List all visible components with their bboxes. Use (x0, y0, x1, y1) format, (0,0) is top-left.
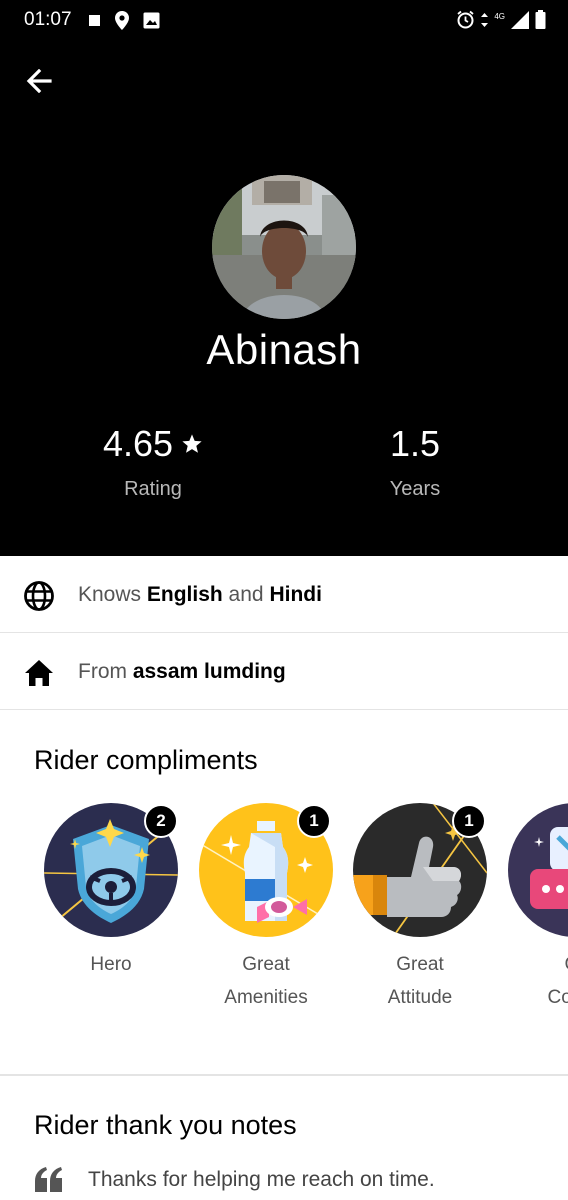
years-value-row: 1.5 (315, 420, 515, 468)
profile-header: 01:07 4G Abinash 4.65 Rating 1.5 Years (0, 0, 568, 556)
years-value: 1.5 (389, 423, 441, 464)
rating-stat: 4.65 Rating (53, 420, 253, 501)
chat-bubble-icon (508, 803, 568, 937)
home-icon (22, 656, 56, 690)
status-right-icons: 4G (456, 10, 546, 34)
compliment-count: 1 (452, 804, 486, 838)
globe-icon (22, 579, 56, 613)
status-bar: 01:07 4G (0, 0, 568, 44)
signal-icon (511, 10, 529, 34)
years-stat: 1.5 Years (315, 420, 515, 501)
hometown-row: From assam lumding (0, 634, 568, 710)
compliment-count: 2 (144, 804, 178, 838)
status-left-icons (88, 11, 160, 35)
alarm-icon (456, 10, 475, 34)
quote-icon (34, 1166, 64, 1197)
languages-row: Knows English and Hindi (0, 557, 568, 633)
compliment-label: Great Attitude (387, 954, 453, 1008)
hometown-place: assam lumding (132, 660, 286, 683)
section-divider (0, 1074, 568, 1076)
back-button[interactable] (22, 64, 56, 98)
data-arrows-icon (481, 12, 489, 32)
thank-you-note: Thanks for helping me reach on time. (88, 1168, 435, 1191)
star-icon (182, 434, 202, 453)
image-icon (143, 12, 160, 34)
compliments-carousel[interactable]: 2 Hero 1 Great Amenities 1 Great Attitud… (0, 800, 568, 1030)
battery-icon (535, 10, 546, 34)
hometown-text: From assam lumding (78, 660, 286, 683)
driver-avatar (212, 175, 356, 319)
language-primary: English (146, 583, 223, 606)
square-notification-icon (88, 14, 101, 32)
rating-value-row: 4.65 (53, 420, 253, 468)
status-time: 01:07 (24, 9, 72, 30)
location-icon (115, 11, 129, 35)
rating-value: 4.65 (102, 423, 174, 464)
compliments-title: Rider compliments (34, 745, 258, 775)
network-type: 4G (494, 11, 505, 21)
languages-text: Knows English and Hindi (78, 583, 322, 606)
compliment-label: GrConve (547, 954, 568, 1008)
rating-label: Rating (124, 478, 182, 500)
compliment-label: Hero (90, 954, 132, 975)
language-secondary: Hindi (269, 583, 322, 606)
compliment-label: Great Amenities (224, 954, 308, 1008)
back-arrow-icon (26, 69, 52, 93)
driver-name: Abinash (206, 326, 362, 373)
compliment-count: 1 (297, 804, 331, 838)
years-label: Years (389, 478, 441, 500)
thank-you-notes-title: Rider thank you notes (34, 1110, 297, 1140)
